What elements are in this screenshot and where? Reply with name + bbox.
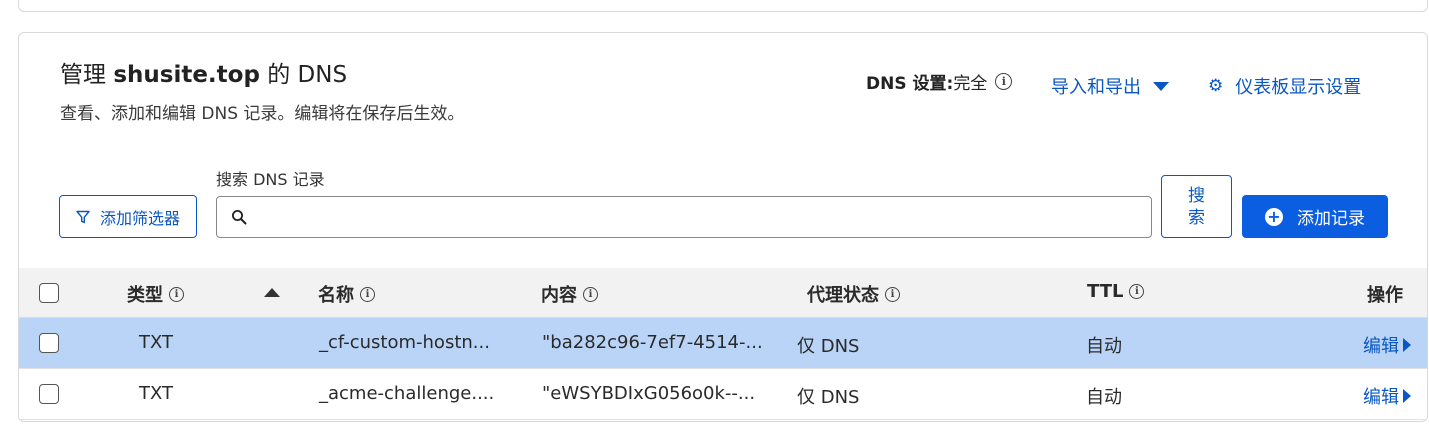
caret-right-icon [1403, 389, 1411, 403]
column-name-label: 名称 [318, 285, 354, 306]
page-title: 管理 shusite.top 的 DNS [60, 55, 347, 89]
column-type-label: 类型 [127, 285, 163, 306]
select-all-checkbox[interactable] [39, 283, 59, 303]
column-header-ttl[interactable]: TTL i [1087, 281, 1145, 302]
search-icon [232, 210, 247, 225]
info-icon[interactable]: i [995, 73, 1013, 90]
import-export-label: 导入和导出 [1051, 77, 1141, 98]
import-export-dropdown[interactable]: 导入和导出 [1051, 73, 1169, 99]
edit-label: 编辑 [1363, 387, 1399, 408]
cell-name: _acme-challenge.... [319, 383, 495, 404]
column-ttl-label: TTL [1087, 281, 1124, 302]
info-icon[interactable]: i [583, 286, 598, 302]
edit-label: 编辑 [1363, 336, 1399, 357]
table-header: 类型 i 名称 i 内容 i 代理状态 i TTL i 操作 [19, 268, 1427, 318]
filter-icon [76, 210, 90, 223]
add-record-button[interactable]: + 添加记录 [1242, 195, 1388, 238]
dns-records-table: 类型 i 名称 i 内容 i 代理状态 i TTL i 操作 TXT _cf-c… [19, 268, 1427, 420]
column-actions-label: 操作 [1367, 285, 1403, 306]
page-subtitle: 查看、添加和编辑 DNS 记录。编辑将在保存后生效。 [60, 104, 465, 124]
row-checkbox[interactable] [39, 384, 59, 404]
table-row[interactable]: TXT _acme-challenge.... "eWSYBDIxG056o0k… [19, 369, 1427, 420]
cell-content: "eWSYBDIxG056o0k--... [542, 383, 756, 404]
gear-icon: ⚙ [1208, 76, 1224, 96]
caret-right-icon [1403, 338, 1411, 352]
previous-card [18, 0, 1428, 12]
column-content-label: 内容 [541, 285, 577, 306]
info-icon[interactable]: i [360, 286, 375, 302]
dns-settings-status: DNS 设置: 完全 i [866, 69, 1013, 94]
search-button[interactable]: 搜索 [1161, 175, 1232, 238]
cell-name: _cf-custom-hostn... [319, 332, 490, 353]
column-header-actions: 操作 [1367, 281, 1403, 307]
title-suffix: 的 DNS [267, 62, 348, 88]
column-header-proxy[interactable]: 代理状态 i [807, 281, 900, 307]
info-icon[interactable]: i [885, 286, 900, 302]
plus-circle-icon: + [1265, 207, 1283, 226]
search-label: 搜索 DNS 记录 [216, 170, 325, 189]
table-row[interactable]: TXT _cf-custom-hostn... "ba282c96-7ef7-4… [19, 318, 1427, 369]
add-filter-button[interactable]: 添加筛选器 [59, 195, 197, 238]
cell-content: "ba282c96-7ef7-4514-... [542, 332, 763, 353]
cell-ttl: 自动 [1086, 336, 1122, 357]
info-icon[interactable]: i [169, 286, 184, 302]
sort-asc-icon[interactable] [264, 288, 280, 297]
column-proxy-label: 代理状态 [807, 285, 879, 306]
title-prefix: 管理 [60, 62, 106, 88]
cell-type: TXT [139, 332, 174, 353]
dashboard-display-settings-link[interactable]: ⚙ 仪表板显示设置 [1208, 73, 1361, 99]
search-input[interactable] [255, 198, 1151, 236]
search-field[interactable] [216, 196, 1152, 238]
cell-ttl: 自动 [1086, 387, 1122, 408]
column-header-content[interactable]: 内容 i [541, 281, 598, 307]
edit-record-link[interactable]: 编辑 [1363, 332, 1411, 358]
edit-record-link[interactable]: 编辑 [1363, 383, 1411, 409]
dashboard-settings-label: 仪表板显示设置 [1235, 77, 1362, 98]
dns-settings-label: DNS 设置: [866, 74, 954, 94]
info-icon[interactable]: i [1129, 284, 1145, 299]
dns-settings-value: 完全 [953, 74, 988, 94]
column-header-type[interactable]: 类型 i [127, 281, 184, 307]
cell-proxy-status: 仅 DNS [797, 336, 860, 357]
column-header-name[interactable]: 名称 i [318, 281, 375, 307]
cell-proxy-status: 仅 DNS [797, 387, 860, 408]
search-button-label: 搜索 [1188, 185, 1205, 228]
title-domain: shusite.top [113, 62, 260, 88]
dns-management-card: 管理 shusite.top 的 DNS 查看、添加和编辑 DNS 记录。编辑将… [18, 32, 1428, 422]
add-filter-label: 添加筛选器 [99, 208, 180, 228]
row-checkbox[interactable] [39, 333, 59, 353]
add-record-label: 添加记录 [1297, 209, 1365, 229]
cell-type: TXT [139, 383, 174, 404]
caret-down-icon [1153, 81, 1169, 91]
